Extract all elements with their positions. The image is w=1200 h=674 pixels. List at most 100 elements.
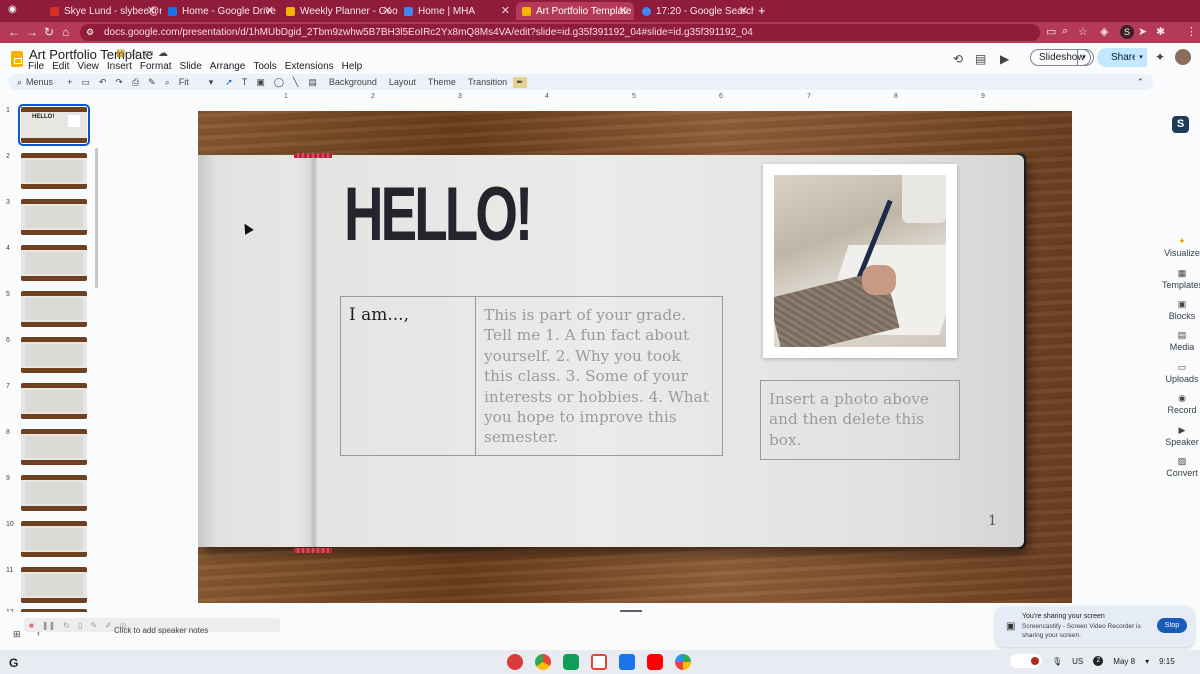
zoom-chevron-icon[interactable]: ▾ [209,77,214,88]
theme-button[interactable]: Theme [428,77,456,87]
record-stop-icon[interactable]: ■ [29,621,34,630]
slide-thumbnail-row[interactable]: 7 [0,380,96,420]
menu-extensions[interactable]: Extensions [285,61,334,72]
new-tab-button[interactable]: + [758,3,766,18]
menu-edit[interactable]: Edit [52,61,69,72]
play-store-app-icon[interactable] [675,654,691,670]
slides-badge-icon[interactable]: ▦ [116,48,125,59]
input-language[interactable]: US [1072,657,1083,666]
pen-tool-icon[interactable]: ✎ [90,621,97,630]
slide-thumbnail[interactable] [21,567,87,603]
zoom-icon[interactable]: ⌕ [1062,25,1068,38]
zoom-icon[interactable]: ⌕ [165,77,170,88]
slide-thumbnail[interactable] [21,383,87,419]
address-bar[interactable]: ⚙ docs.google.com/presentation/d/1hMUbDg… [80,24,1040,41]
menu-arrange[interactable]: Arrange [210,61,246,72]
menu-insert[interactable]: Insert [107,61,132,72]
gemini-sparkle-icon[interactable]: ✦ [1155,50,1165,64]
close-tab-icon[interactable]: ✕ [739,4,748,17]
extension-pen-icon[interactable]: ✒ [513,76,527,88]
speaker-notes-placeholder[interactable]: Click to add speaker notes [114,626,208,635]
slide-thumbnail-row[interactable]: 4 [0,242,96,282]
comments-icon[interactable]: ▤ [975,52,986,66]
extensions-puzzle-icon[interactable]: ✱ [1156,25,1165,38]
back-icon[interactable]: ← [8,25,20,39]
comment-icon[interactable]: ▤ [308,77,317,88]
slide-thumbnail[interactable] [21,521,87,557]
move-folder-icon[interactable]: ▭ [144,48,153,59]
menu-tools[interactable]: Tools [253,61,276,72]
stop-sharing-button[interactable]: Stop [1157,618,1187,633]
browser-tab[interactable]: Home - Google Drive ✕ [162,2,280,20]
redo-icon[interactable]: ↷ [115,77,123,88]
home-icon[interactable]: ⌂ [62,25,69,39]
transition-button[interactable]: Transition [468,77,507,87]
close-tab-icon[interactable]: ✕ [501,4,510,17]
slides-logo-icon[interactable] [11,51,23,67]
browser-tab-active[interactable]: Art Portfolio Template - Google... ✕ [516,2,634,20]
extension-icon[interactable]: ➤ [1138,25,1147,38]
user-avatar[interactable] [1175,49,1191,65]
text-box-icon[interactable]: T [242,77,248,87]
photo-frame[interactable] [763,164,957,358]
slide-thumbnail-row[interactable]: 3 [0,196,96,236]
slide-thumbnail[interactable] [21,245,87,281]
paint-format-icon[interactable]: ✎ [148,77,156,88]
slide-thumbnail-selected[interactable]: HELLO! [18,104,90,146]
visualize-button[interactable]: ✦ Visualize [1162,236,1200,258]
slide-canvas[interactable]: HELLO! I am..., This is part of your gra… [198,111,1072,603]
media-button[interactable]: ▤ Media [1162,330,1200,352]
new-slide-icon[interactable]: + [67,77,72,87]
filmstrip-scrollbar[interactable] [95,148,98,288]
collapse-toolbar-chevron-icon[interactable]: ⌃ [1136,77,1144,88]
menu-slide[interactable]: Slide [180,61,202,72]
extension-icon[interactable]: ◈ [1100,25,1108,38]
launcher-button[interactable]: G [9,656,18,670]
search-menus-icon[interactable]: ⌕ [17,77,22,88]
notification-count-badge[interactable]: 2 [1093,656,1104,666]
grid-view-icon[interactable]: ⊞ [13,629,21,640]
slide-thumbnail[interactable] [21,153,87,189]
close-tab-icon[interactable]: ✕ [265,4,274,17]
menu-help[interactable]: Help [342,61,363,72]
slide-thumbnail[interactable] [21,475,87,511]
screencastify-icon[interactable]: S [1172,116,1189,133]
menu-format[interactable]: Format [140,61,172,72]
shelf-date[interactable]: May 8 [1113,657,1135,666]
meet-icon[interactable]: ▶ [1000,52,1009,66]
close-tab-icon[interactable]: ✕ [147,4,156,17]
new-slide-layout-icon[interactable]: ▭ [81,77,90,88]
slide-thumbnail[interactable] [21,429,87,465]
shape-icon[interactable]: ◯ [274,77,284,88]
menu-view[interactable]: View [77,61,99,72]
menus-search-label[interactable]: Menus [26,77,53,87]
slide-thumbnail-row[interactable]: 11 [0,564,96,604]
slide-thumbnail-row[interactable]: 6 [0,334,96,374]
layout-button[interactable]: Layout [389,77,416,87]
close-tab-icon[interactable]: ✕ [619,4,628,17]
print-icon[interactable]: ⎙ [132,77,139,88]
slide-thumbnail[interactable] [21,291,87,327]
name-text-box[interactable]: I am..., [340,296,476,456]
classroom-app-icon[interactable] [563,654,579,670]
zoom-select[interactable]: Fit [179,77,189,87]
bookmark-star-icon[interactable]: ☆ [1078,25,1088,38]
background-button[interactable]: Background [329,77,377,87]
recording-indicator[interactable] [1010,654,1042,668]
forward-icon[interactable]: → [26,25,38,39]
shelf-time[interactable]: 9:15 [1159,657,1175,666]
cast-icon[interactable]: ▭ [1046,25,1056,38]
slide-thumbnail[interactable] [21,199,87,235]
files-app-icon[interactable] [619,654,635,670]
slide-thumbnail-row[interactable]: 10 [0,518,96,558]
collapse-panel-icon[interactable]: ‹ [37,628,40,638]
star-icon[interactable]: ☆ [130,48,139,59]
delete-icon[interactable]: ▯ [78,621,82,630]
slide-thumbnail-row[interactable]: 5 [0,288,96,328]
speaker-button[interactable]: ▶ Speaker [1162,425,1200,447]
tab-search-icon[interactable]: ◉ [8,4,17,15]
browser-tab[interactable]: Weekly Planner - Google Slides ✕ [280,2,398,20]
record-button[interactable]: ◉ Record [1162,393,1200,415]
status-area[interactable]: 🎙 US 2 May 8 ▾ 9:15 [1010,654,1175,668]
image-icon[interactable]: ▣ [256,77,265,88]
